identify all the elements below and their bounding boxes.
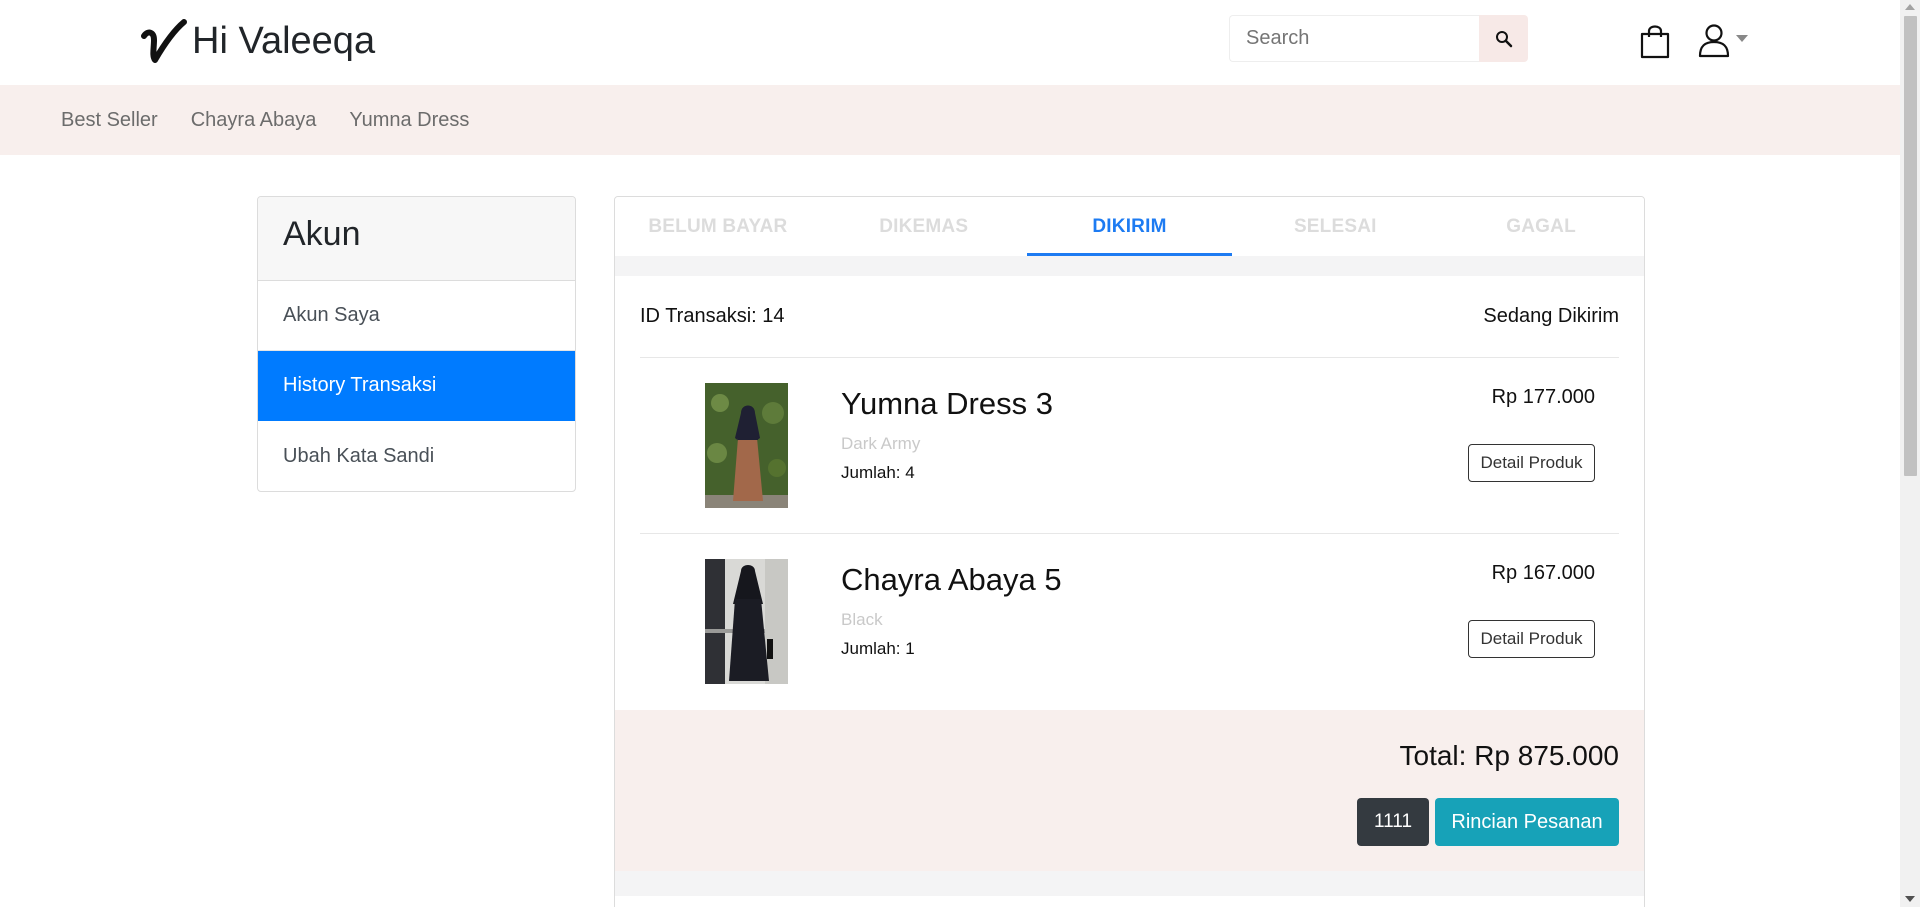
tab-gagal[interactable]: GAGAL (1438, 197, 1644, 256)
search-button[interactable] (1479, 15, 1528, 62)
search-bar (1229, 15, 1528, 62)
detail-product-button[interactable]: Detail Produk (1468, 620, 1595, 658)
product-image (705, 559, 788, 684)
tab-dikemas[interactable]: DIKEMAS (821, 197, 1027, 256)
detail-product-button[interactable]: Detail Produk (1468, 444, 1595, 482)
product-price: Rp 167.000 (1491, 562, 1595, 584)
order-header: ID Transaksi: 14 Sedang Dikirim (640, 276, 1619, 358)
scroll-down-arrow-icon[interactable] (1905, 896, 1915, 902)
tab-dikirim[interactable]: DIKIRIM (1026, 197, 1233, 256)
status-tabs: BELUM BAYAR DIKEMAS DIKIRIM SELESAI GAGA… (615, 197, 1644, 256)
tab-selesai[interactable]: SELESAI (1232, 197, 1438, 256)
caret-down-icon (1736, 34, 1748, 42)
order-status: Sedang Dikirim (1483, 305, 1619, 327)
page-scrollbar[interactable] (1900, 0, 1920, 907)
order-card: ID Transaksi: 14 Sedang Dikirim Yumna Dr… (615, 276, 1644, 710)
scrollbar-thumb[interactable] (1904, 16, 1917, 476)
order-total: Total: Rp 875.000 (1399, 740, 1620, 771)
order-item: Chayra Abaya 5 Black Jumlah: 1 Rp 167.00… (640, 534, 1619, 710)
sidebar-item-history-transaksi[interactable]: History Transaksi (258, 351, 575, 421)
product-variant: Dark Army (841, 434, 921, 453)
product-name: Yumna Dress 3 (841, 386, 1053, 421)
product-image (705, 383, 788, 508)
user-icon (1698, 24, 1730, 58)
divider-band (615, 871, 1644, 896)
order-code-button[interactable]: 1111 (1357, 798, 1429, 846)
transaction-id: ID Transaksi: 14 (640, 305, 785, 327)
v-logo-icon (141, 19, 187, 63)
divider-band (615, 256, 1644, 276)
product-quantity: Jumlah: 4 (841, 463, 915, 482)
tab-belum-bayar[interactable]: BELUM BAYAR (615, 197, 821, 256)
search-input[interactable] (1229, 15, 1479, 62)
category-nav: Best Seller Chayra Abaya Yumna Dress (0, 85, 1900, 155)
brand[interactable]: Hi Valeeqa (140, 18, 375, 64)
product-price: Rp 177.000 (1491, 386, 1595, 408)
account-sidebar: Akun Akun Saya History Transaksi Ubah Ka… (257, 196, 576, 492)
category-link-yumna-dress[interactable]: Yumna Dress (349, 109, 469, 132)
product-variant: Black (841, 610, 883, 629)
product-quantity: Jumlah: 1 (841, 639, 915, 658)
sidebar-title: Akun (258, 197, 575, 281)
top-header: Hi Valeeqa (0, 0, 1900, 85)
product-name: Chayra Abaya 5 (841, 562, 1062, 597)
category-link-chayra-abaya[interactable]: Chayra Abaya (191, 109, 317, 132)
sidebar-item-akun-saya[interactable]: Akun Saya (258, 281, 575, 351)
order-detail-button[interactable]: Rincian Pesanan (1435, 798, 1619, 846)
brand-text: Hi Valeeqa (192, 20, 376, 62)
order-footer: Total: Rp 875.000 1111 Rincian Pesanan (615, 710, 1644, 871)
search-icon (1495, 30, 1512, 47)
scroll-up-arrow-icon[interactable] (1905, 4, 1915, 10)
user-menu[interactable] (1697, 22, 1748, 58)
shopping-bag-icon[interactable] (1638, 23, 1672, 59)
category-link-best-seller[interactable]: Best Seller (61, 109, 158, 132)
transaction-history-panel: BELUM BAYAR DIKEMAS DIKIRIM SELESAI GAGA… (614, 196, 1645, 907)
sidebar-item-ubah-kata-sandi[interactable]: Ubah Kata Sandi (258, 421, 575, 491)
order-item: Yumna Dress 3 Dark Army Jumlah: 4 Rp 177… (640, 358, 1619, 534)
